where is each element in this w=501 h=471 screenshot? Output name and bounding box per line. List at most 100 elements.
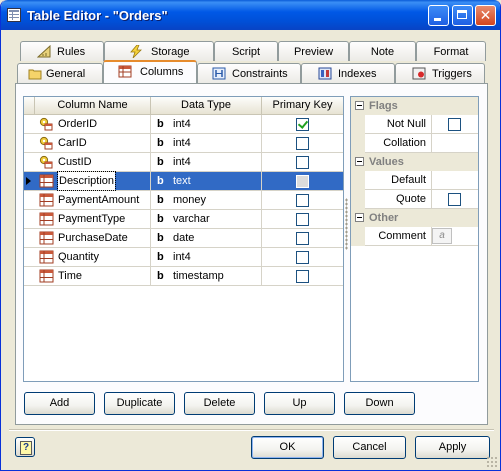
data-type-cell[interactable]: b text (151, 172, 262, 191)
tab-format[interactable]: Format (416, 41, 486, 61)
down-button[interactable]: Down (344, 392, 415, 415)
collapse-icon[interactable] (355, 101, 364, 110)
table-row[interactable]: PaymentType b varchar (24, 210, 343, 229)
prop-not-null[interactable]: Not Null (351, 115, 478, 134)
prop-default[interactable]: Default (351, 171, 478, 190)
cancel-button[interactable]: Cancel (333, 436, 406, 459)
table-row[interactable]: OrderID b int4 (24, 115, 343, 134)
category-other[interactable]: Other (351, 209, 478, 227)
maximize-icon (457, 10, 467, 19)
folder-icon (28, 69, 42, 80)
primary-key-checkbox[interactable] (296, 156, 309, 169)
column-name-cell[interactable]: PaymentAmount (24, 191, 151, 210)
panel-splitter[interactable] (345, 198, 348, 250)
table-row[interactable]: Description b text (24, 171, 343, 191)
comment-editor-icon[interactable]: a (432, 228, 452, 244)
data-type-cell[interactable]: b int4 (151, 153, 262, 172)
primary-key-cell[interactable] (262, 267, 343, 286)
column-name-cell[interactable]: PurchaseDate (24, 229, 151, 248)
tab-triggers[interactable]: Triggers (395, 63, 485, 83)
header-column-name[interactable]: Column Name (35, 97, 151, 114)
data-type-cell[interactable]: b date (151, 229, 262, 248)
header-data-type[interactable]: Data Type (151, 97, 262, 114)
prop-comment-value[interactable]: a (432, 227, 478, 246)
prop-quote-value[interactable] (432, 190, 478, 209)
tab-script[interactable]: Script (214, 41, 278, 61)
tab-rules[interactable]: Rules (20, 41, 104, 61)
prop-default-value[interactable] (432, 171, 478, 190)
tab-preview[interactable]: Preview (278, 41, 349, 61)
category-values[interactable]: Values (351, 153, 478, 171)
primary-key-checkbox[interactable] (296, 175, 309, 188)
primary-key-cell[interactable] (262, 115, 343, 134)
data-type-cell[interactable]: b int4 (151, 134, 262, 153)
delete-button[interactable]: Delete (184, 392, 255, 415)
data-type-cell[interactable]: b int4 (151, 115, 262, 134)
primary-key-cell[interactable] (262, 210, 343, 229)
tab-indexes[interactable]: Indexes (301, 63, 395, 83)
primary-key-checkbox[interactable] (296, 213, 309, 226)
columns-grid[interactable]: Column Name Data Type Primary Key OrderI… (23, 96, 344, 382)
apply-button[interactable]: Apply (415, 436, 490, 459)
primary-key-checkbox[interactable] (296, 118, 309, 131)
primary-key-checkbox[interactable] (296, 232, 309, 245)
duplicate-button[interactable]: Duplicate (104, 392, 175, 415)
table-row[interactable]: CarID b int4 (24, 134, 343, 153)
primary-key-checkbox[interactable] (296, 137, 309, 150)
prop-not-null-value[interactable] (432, 115, 478, 134)
data-type-cell[interactable]: b money (151, 191, 262, 210)
not-null-checkbox[interactable] (448, 118, 461, 131)
tab-constraints[interactable]: Constraints (197, 63, 301, 83)
prop-collation[interactable]: Collation (351, 134, 478, 153)
primary-key-cell[interactable] (262, 172, 343, 191)
primary-key-cell[interactable] (262, 191, 343, 210)
prop-quote[interactable]: Quote (351, 190, 478, 209)
tab-note[interactable]: Note (349, 41, 416, 61)
prop-collation-value[interactable] (432, 134, 478, 153)
prop-comment[interactable]: Comment a (351, 227, 478, 246)
primary-key-cell[interactable] (262, 248, 343, 267)
minimize-button[interactable] (428, 5, 449, 26)
table-row[interactable]: PurchaseDate b date (24, 229, 343, 248)
column-name-cell[interactable]: PaymentType (24, 210, 151, 229)
ok-button[interactable]: OK (251, 436, 324, 459)
collapse-icon[interactable] (355, 213, 364, 222)
type-badge-icon: b (157, 251, 164, 263)
table-row[interactable]: PaymentAmount b money (24, 191, 343, 210)
column-name-cell[interactable]: CustID (24, 153, 151, 172)
data-type-cell[interactable]: b timestamp (151, 267, 262, 286)
quote-checkbox[interactable] (448, 193, 461, 206)
primary-key-cell[interactable] (262, 229, 343, 248)
primary-key-checkbox[interactable] (296, 270, 309, 283)
primary-key-checkbox[interactable] (296, 194, 309, 207)
data-type-cell[interactable]: b varchar (151, 210, 262, 229)
column-name-cell[interactable]: CarID (24, 134, 151, 153)
up-button[interactable]: Up (264, 392, 335, 415)
table-row[interactable]: CustID b int4 (24, 153, 343, 172)
column-name-text: CarID (58, 137, 87, 149)
resize-grip[interactable] (486, 456, 498, 468)
primary-key-checkbox[interactable] (296, 251, 309, 264)
header-primary-key[interactable]: Primary Key (262, 97, 343, 114)
table-row[interactable]: Quantity b int4 (24, 248, 343, 267)
constraints-icon (212, 67, 226, 80)
primary-key-cell[interactable] (262, 153, 343, 172)
column-name-cell[interactable]: Description (24, 171, 151, 191)
category-flags[interactable]: Flags (351, 97, 478, 115)
collapse-icon[interactable] (355, 157, 364, 166)
data-type-cell[interactable]: b int4 (151, 248, 262, 267)
maximize-button[interactable] (452, 5, 473, 26)
tab-storage[interactable]: Storage (104, 41, 214, 61)
column-name-cell[interactable]: OrderID (24, 115, 151, 134)
tab-general[interactable]: General (17, 63, 103, 83)
primary-key-cell[interactable] (262, 134, 343, 153)
column-name-cell[interactable]: Time (24, 267, 151, 286)
tab-columns[interactable]: Columns (103, 60, 197, 83)
column-name-cell[interactable]: Quantity (24, 248, 151, 267)
add-button[interactable]: Add (24, 392, 95, 415)
close-button[interactable]: ✕ (475, 5, 496, 26)
title-bar[interactable]: Table Editor - "Orders" ✕ (1, 0, 500, 30)
help-button[interactable]: ? (15, 437, 35, 457)
table-row[interactable]: Time b timestamp (24, 267, 343, 286)
property-inspector[interactable]: Flags Not Null Collation Values Default … (350, 96, 479, 382)
